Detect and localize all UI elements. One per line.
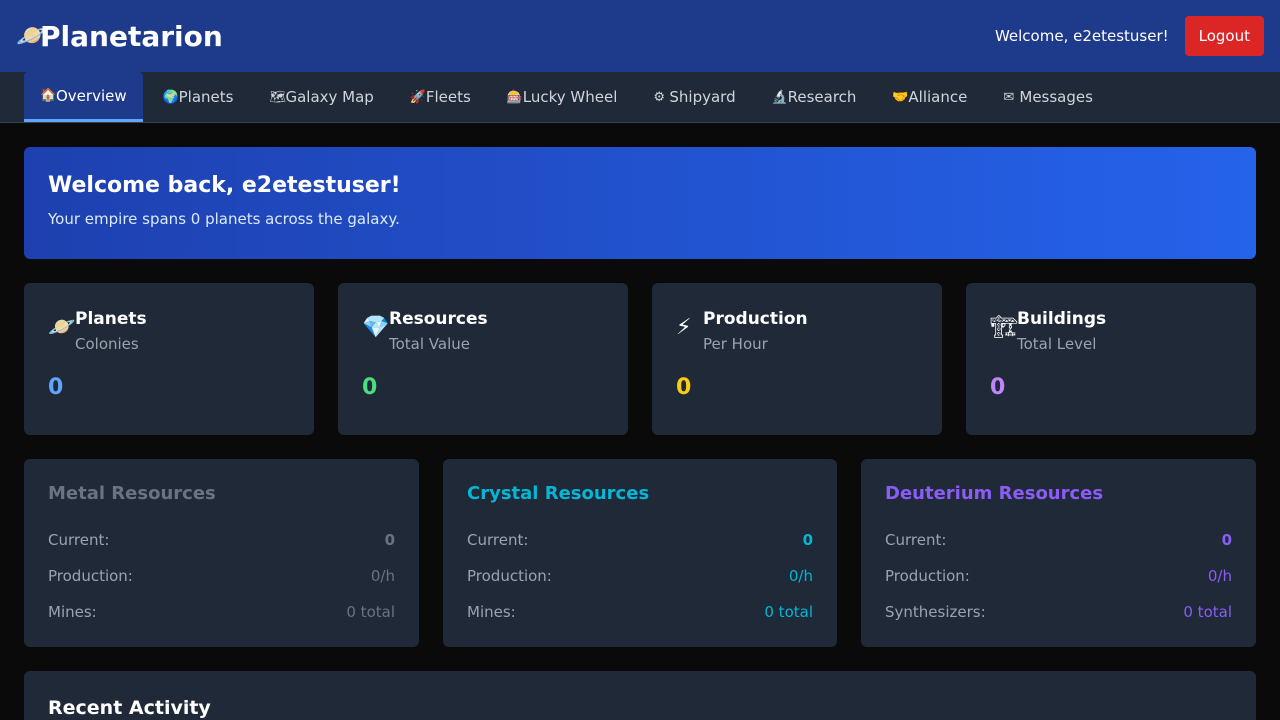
stat-title: Resources [389,309,488,329]
resource-row: Current: 0 [885,522,1232,558]
tab-research[interactable]: 🔬 Research [756,72,873,122]
stat-card-buildings: 🏗 Buildings Total Level 0 [966,283,1256,435]
map-icon: 🗺 [269,89,286,105]
empire-summary: Your empire spans 0 planets across the g… [48,210,400,228]
resource-row: Current: 0 [467,522,813,558]
handshake-icon: 🤝 [892,89,909,105]
stat-value: 0 [48,375,64,400]
tab-label: Fleets [425,88,471,106]
stat-value: 0 [676,375,692,400]
stat-subtitle: Total Value [389,335,470,353]
tab-alliance[interactable]: 🤝 Alliance [876,72,983,122]
stat-title: Planets [75,309,147,329]
row-label: Synthesizers: [885,603,986,621]
resource-title: Deuterium Resources [885,483,1104,504]
tab-planets[interactable]: 🌍 Planets [147,72,250,122]
stat-value: 0 [362,375,378,400]
row-value: 0 total [764,603,813,621]
tab-fleets[interactable]: 🚀 Fleets [394,72,487,122]
gear-icon: ⚙ [653,89,666,105]
stat-value: 0 [990,375,1006,400]
planet-icon: 🪐 [16,21,49,51]
rocket-icon: 🚀 [409,89,427,105]
row-label: Mines: [48,603,97,621]
resource-row: Synthesizers: 0 total [885,594,1232,630]
tab-overview[interactable]: 🏠 Overview [24,72,143,122]
metal-resources-card: Metal Resources Current: 0 Production: 0… [24,459,419,647]
brand-name: Planetarion [40,19,223,53]
tab-label: Messages [1019,88,1093,106]
tab-label: Planets [178,88,234,106]
row-label: Current: [48,531,110,549]
tab-label: Lucky Wheel [522,88,618,106]
gem-icon: 💎 [362,315,390,340]
main-content: Welcome back, e2etestuser! Your empire s… [0,123,1280,720]
envelope-icon: ✉ [1003,89,1015,105]
resources-grid: Metal Resources Current: 0 Production: 0… [24,459,1256,647]
row-value: 0 [1221,531,1232,549]
row-value: 0/h [788,567,813,585]
stats-grid: 🪐 Planets Colonies 0 💎 Resources Total V… [24,283,1256,435]
tab-label: Overview [56,86,127,105]
stat-subtitle: Colonies [75,335,139,353]
row-value: 0 [384,531,395,549]
resource-row: Production: 0/h [885,558,1232,594]
resource-title: Crystal Resources [467,483,650,504]
microscope-icon: 🔬 [771,89,788,105]
main-nav: 🏠 Overview 🌍 Planets 🗺 Galaxy Map 🚀 Flee… [0,72,1280,123]
welcome-banner: Welcome back, e2etestuser! Your empire s… [24,147,1256,259]
logout-button[interactable]: Logout [1184,16,1264,56]
tab-galaxy-map[interactable]: 🗺 Galaxy Map [253,72,389,122]
stat-title: Buildings [1017,309,1107,329]
row-label: Production: [885,567,970,585]
stat-card-production: ⚡ Production Per Hour 0 [652,283,942,435]
tab-label: Research [787,88,857,106]
slot-machine-icon: 🎰 [506,89,523,105]
stat-subtitle: Per Hour [703,335,768,353]
welcome-text: Welcome, e2etestuser! [994,27,1169,45]
row-value: 0 [802,531,813,549]
stat-card-planets: 🪐 Planets Colonies 0 [24,283,314,435]
deuterium-resources-card: Deuterium Resources Current: 0 Productio… [861,459,1256,647]
resource-row: Mines: 0 total [467,594,813,630]
resource-row: Production: 0/h [467,558,813,594]
tab-label: Galaxy Map [285,88,374,106]
user-area: Welcome, e2etestuser! Logout [995,16,1264,56]
tab-label: Shipyard [669,88,736,106]
resource-row: Mines: 0 total [48,594,395,630]
page-title: Welcome back, e2etestuser! [48,173,401,198]
tab-messages[interactable]: ✉ Messages [987,72,1109,122]
row-label: Mines: [467,603,516,621]
building-icon: 🏗 [990,315,1018,340]
tab-label: Alliance [908,88,968,106]
recent-activity-panel: Recent Activity [24,671,1256,720]
stat-subtitle: Total Level [1017,335,1097,353]
row-value: 0 total [1183,603,1232,621]
planet-icon: 🪐 [48,315,76,340]
resource-title: Metal Resources [48,483,216,504]
tab-lucky-wheel[interactable]: 🎰 Lucky Wheel [491,72,634,122]
row-value: 0/h [1207,567,1232,585]
row-label: Current: [885,531,947,549]
crystal-resources-card: Crystal Resources Current: 0 Production:… [443,459,837,647]
row-value: 0/h [370,567,395,585]
stat-card-resources: 💎 Resources Total Value 0 [338,283,628,435]
row-value: 0 total [346,603,395,621]
brand[interactable]: 🪐 Planetarion [16,20,223,53]
home-icon: 🏠 [40,88,57,103]
row-label: Production: [467,567,552,585]
stat-title: Production [703,309,808,329]
tab-shipyard[interactable]: ⚙ Shipyard [637,72,751,122]
lightning-icon: ⚡ [676,315,692,340]
row-label: Current: [467,531,529,549]
resource-row: Current: 0 [48,522,395,558]
section-title: Recent Activity [48,697,211,719]
top-header: 🪐 Planetarion Welcome, e2etestuser! Logo… [0,0,1280,72]
globe-icon: 🌍 [162,89,179,105]
resource-row: Production: 0/h [48,558,395,594]
row-label: Production: [48,567,133,585]
